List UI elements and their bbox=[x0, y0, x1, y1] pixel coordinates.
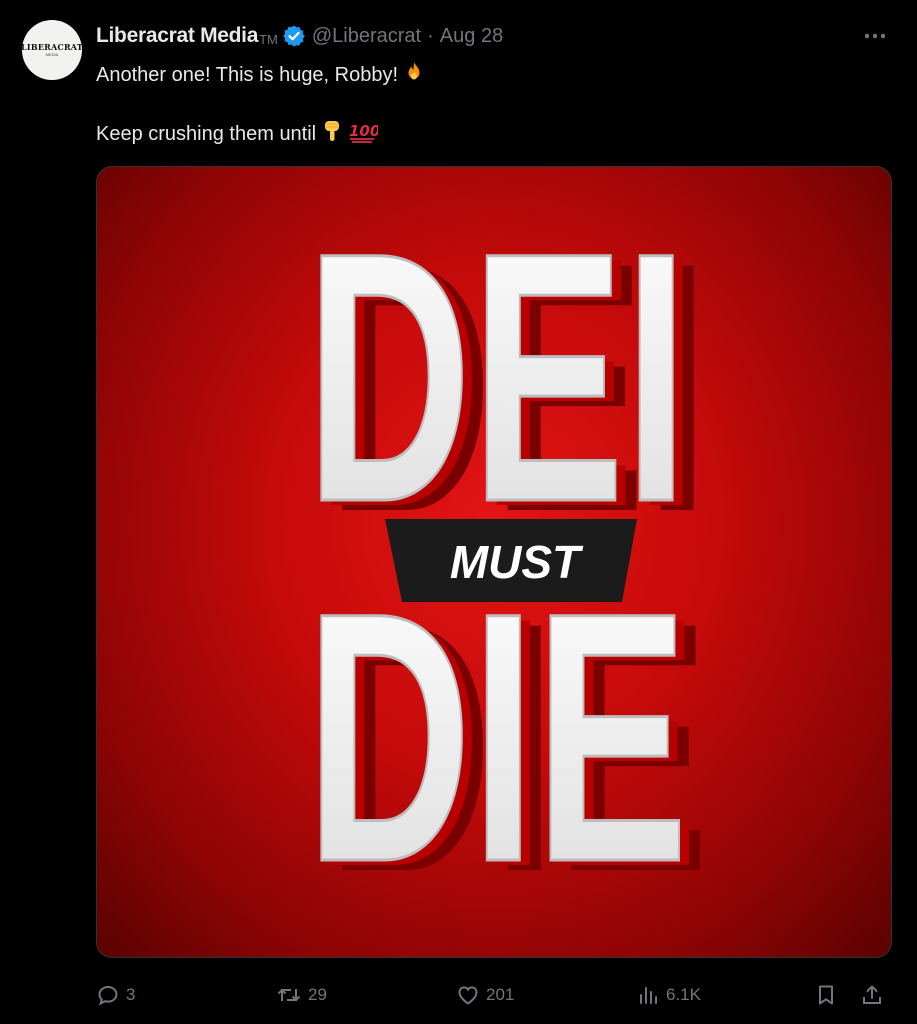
pointing-down-hand-icon bbox=[320, 118, 344, 150]
action-bar: 3 29 201 6.1K bbox=[96, 978, 896, 1012]
share-button[interactable] bbox=[860, 978, 884, 1012]
repost-count: 29 bbox=[308, 985, 327, 1004]
tweet-text: Keep crushing them until bbox=[96, 122, 317, 145]
separator-dot: · bbox=[427, 24, 434, 47]
avatar-logo-subtext: MEDIA bbox=[45, 52, 59, 57]
verified-badge-icon[interactable] bbox=[282, 24, 306, 48]
tweet-text-line-2: Keep crushing them until 100 bbox=[96, 118, 380, 150]
tweet: LIBERACRAT MEDIA Liberacrat Media TM @Li… bbox=[0, 0, 917, 1024]
avatar-logo-text: LIBERACRAT bbox=[22, 42, 82, 52]
bookmark-button[interactable] bbox=[814, 978, 838, 1012]
hundred-points-icon: 100 bbox=[348, 119, 380, 149]
top-word: DEI bbox=[306, 180, 688, 576]
tweet-text: Another one! This is huge, Robby! bbox=[96, 63, 399, 86]
share-icon bbox=[863, 985, 881, 1004]
like-button[interactable]: 201 bbox=[456, 978, 514, 1012]
svg-text:100: 100 bbox=[349, 122, 378, 140]
tweet-text-line-1: Another one! This is huge, Robby! bbox=[96, 60, 426, 90]
handle[interactable]: @Liberacrat bbox=[312, 25, 421, 48]
reply-button[interactable]: 3 bbox=[96, 978, 135, 1012]
reply-count: 3 bbox=[126, 985, 136, 1004]
views-button[interactable]: 6.1K bbox=[636, 978, 701, 1012]
like-count: 201 bbox=[486, 985, 515, 1004]
view-count: 6.1K bbox=[666, 985, 701, 1004]
more-options-button[interactable] bbox=[857, 22, 893, 50]
repost-icon bbox=[277, 988, 301, 1002]
views-bar-chart-icon bbox=[640, 987, 657, 1004]
tweet-image[interactable]: DEI DEI DEI DIE DIE DIE MUST bbox=[96, 166, 892, 958]
fire-icon bbox=[402, 60, 426, 90]
tweet-date[interactable]: Aug 28 bbox=[440, 25, 503, 48]
avatar[interactable]: LIBERACRAT MEDIA bbox=[22, 20, 82, 80]
reply-icon bbox=[98, 985, 118, 1006]
trademark-mark: TM bbox=[259, 31, 278, 47]
display-name[interactable]: Liberacrat Media bbox=[96, 24, 258, 48]
tweet-header: Liberacrat Media TM @Liberacrat · Aug 28 bbox=[96, 22, 503, 50]
repost-button[interactable]: 29 bbox=[276, 978, 327, 1012]
more-horizontal-icon bbox=[864, 33, 886, 39]
banner-word: MUST bbox=[450, 536, 584, 588]
bookmark-icon bbox=[819, 985, 833, 1005]
heart-icon bbox=[458, 986, 478, 1005]
